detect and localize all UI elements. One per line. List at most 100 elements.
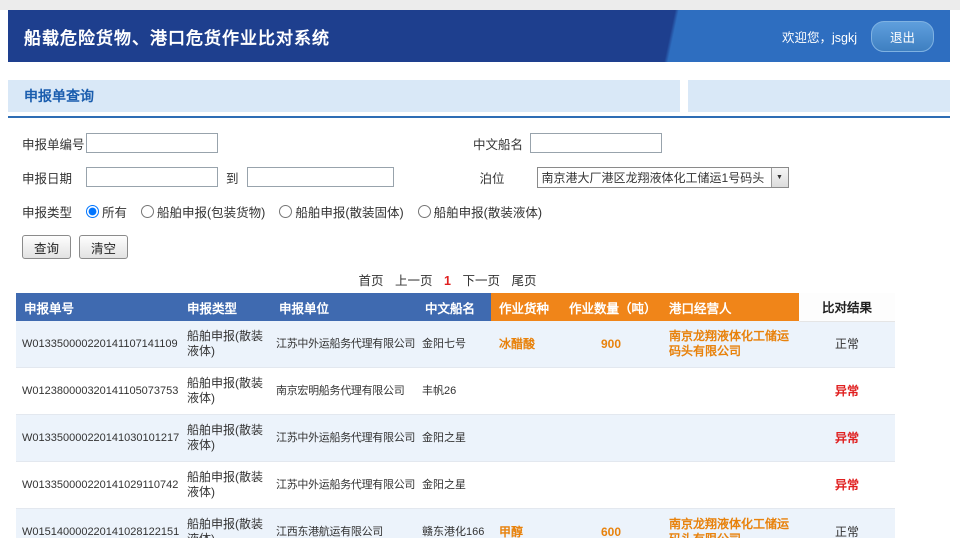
radio-bulk-solid[interactable]: [279, 205, 292, 218]
date-label: 申报日期: [22, 168, 86, 187]
table-row: W013350000220141107141109船舶申报(散装液体)江苏中外运…: [16, 321, 895, 368]
cell-compare-result: 正常: [799, 321, 895, 368]
dropdown-arrow-icon: ▼: [771, 168, 788, 187]
berth-select[interactable]: 南京港大厂港区龙翔液体化工储运1号码头 ▼: [537, 167, 789, 188]
ship-name-input[interactable]: [530, 133, 662, 153]
cell-quantity: [561, 415, 661, 462]
radio-option-all[interactable]: 所有: [86, 202, 127, 221]
radio-all[interactable]: [86, 205, 99, 218]
radio-option-packaged[interactable]: 船舶申报(包装货物): [141, 202, 265, 221]
table-header-row: 申报单号申报类型申报单位中文船名作业货种作业数量（吨）港口经营人比对结果: [16, 293, 895, 321]
page-next-link[interactable]: 下一页: [462, 274, 500, 288]
radio-packaged[interactable]: [141, 205, 154, 218]
window-margin: [0, 0, 960, 10]
column-header: 中文船名: [417, 293, 491, 321]
table-row: W015140000220141028122151船舶申报(散装液体)江西东港航…: [16, 509, 895, 538]
section-bar-main: 申报单查询: [8, 80, 680, 112]
cell-cargo: [491, 368, 561, 415]
column-header: 作业货种: [491, 293, 561, 321]
cell-declaration-no: W012380000320141105073753: [16, 368, 179, 415]
cell-declare-type: 船舶申报(散装液体): [179, 368, 271, 415]
app-header: 船载危险货物、港口危货作业比对系统 欢迎您，jsgkj 退出: [8, 10, 950, 62]
cell-quantity: [561, 462, 661, 509]
radio-all-label: 所有: [102, 202, 127, 221]
cell-operator: [661, 462, 799, 509]
cell-declaration-no: W015140000220141028122151: [16, 509, 179, 538]
page-last-link[interactable]: 尾页: [511, 274, 536, 288]
header-right: 欢迎您，jsgkj 退出: [782, 21, 934, 52]
welcome-text: 欢迎您，jsgkj: [782, 27, 857, 46]
cell-declaration-no: W013350000220141029110742: [16, 462, 179, 509]
cell-cargo: [491, 462, 561, 509]
cell-operator: 南京龙翔液体化工储运码头有限公司: [661, 321, 799, 368]
cell-ship-name: 金阳之星: [417, 415, 491, 462]
results-table: 申报单号申报类型申报单位中文船名作业货种作业数量（吨）港口经营人比对结果 W01…: [16, 293, 895, 538]
table-row: W012380000320141105073753船舶申报(散装液体)南京宏明船…: [16, 368, 895, 415]
cell-declare-type: 船舶申报(散装液体): [179, 415, 271, 462]
cell-compare-result: 异常: [799, 368, 895, 415]
column-header: 申报类型: [179, 293, 271, 321]
cell-operator: [661, 368, 799, 415]
query-form: 申报单编号 中文船名 申报日期 到 泊位 南京港大厂港区龙翔液体化工储运1号码头…: [0, 118, 960, 258]
cell-cargo: [491, 415, 561, 462]
query-button[interactable]: 查询: [22, 235, 71, 259]
cell-declare-type: 船舶申报(散装液体): [179, 321, 271, 368]
page-prev-link[interactable]: 上一页: [395, 274, 433, 288]
cell-ship-name: 金阳七号: [417, 321, 491, 368]
table-row: W013350000220141029110742船舶申报(散装液体)江苏中外运…: [16, 462, 895, 509]
cell-ship-name: 丰帆26: [417, 368, 491, 415]
clear-button[interactable]: 清空: [79, 235, 128, 259]
section-bar: 申报单查询: [8, 80, 950, 112]
section-bar-right: [688, 80, 950, 112]
cell-declare-unit: 江苏中外运船务代理有限公司: [271, 462, 417, 509]
pagination: 首页 上一页 1 下一页 尾页: [0, 270, 895, 289]
cell-ship-name: 金阳之星: [417, 462, 491, 509]
logout-button[interactable]: 退出: [871, 21, 934, 52]
declare-type-label: 申报类型: [22, 202, 86, 221]
cell-ship-name: 赣东港化166: [417, 509, 491, 538]
column-header: 作业数量（吨）: [561, 293, 661, 321]
cell-declare-unit: 江苏中外运船务代理有限公司: [271, 415, 417, 462]
berth-select-value: 南京港大厂港区龙翔液体化工储运1号码头: [538, 169, 771, 186]
app-title: 船载危险货物、港口危货作业比对系统: [24, 24, 330, 49]
cell-compare-result: 异常: [799, 415, 895, 462]
radio-packaged-label: 船舶申报(包装货物): [157, 202, 265, 221]
radio-bulk-solid-label: 船舶申报(散装固体): [295, 202, 403, 221]
page-current: 1: [444, 274, 451, 288]
cell-quantity: 900: [561, 321, 661, 368]
column-header: 港口经营人: [661, 293, 799, 321]
radio-option-bulk-liquid[interactable]: 船舶申报(散装液体): [418, 202, 542, 221]
berth-label: 泊位: [480, 168, 537, 187]
cell-declare-unit: 南京宏明船务代理有限公司: [271, 368, 417, 415]
cell-quantity: 600: [561, 509, 661, 538]
section-bar-gap: [680, 80, 688, 112]
cell-cargo: 冰醋酸: [491, 321, 561, 368]
cell-operator: [661, 415, 799, 462]
cell-declare-type: 船舶申报(散装液体): [179, 509, 271, 538]
date-to-label: 到: [226, 168, 239, 187]
column-header: 申报单号: [16, 293, 179, 321]
cell-declaration-no: W013350000220141030101217: [16, 415, 179, 462]
radio-bulk-liquid-label: 船舶申报(散装液体): [434, 202, 542, 221]
page-first-link[interactable]: 首页: [359, 274, 384, 288]
cell-declare-unit: 江苏中外运船务代理有限公司: [271, 321, 417, 368]
cell-declare-unit: 江西东港航运有限公司: [271, 509, 417, 538]
declaration-no-input[interactable]: [86, 133, 218, 153]
cell-declaration-no: W013350000220141107141109: [16, 321, 179, 368]
cell-compare-result: 正常: [799, 509, 895, 538]
radio-bulk-liquid[interactable]: [418, 205, 431, 218]
date-to-input[interactable]: [247, 167, 394, 187]
cell-compare-result: 异常: [799, 462, 895, 509]
table-row: W013350000220141030101217船舶申报(散装液体)江苏中外运…: [16, 415, 895, 462]
cell-operator: 南京龙翔液体化工储运码头有限公司: [661, 509, 799, 538]
column-header: 申报单位: [271, 293, 417, 321]
date-from-input[interactable]: [86, 167, 218, 187]
column-header: 比对结果: [799, 293, 895, 321]
cell-cargo: 甲醇: [491, 509, 561, 538]
page-title: 申报单查询: [24, 86, 94, 106]
radio-option-bulk-solid[interactable]: 船舶申报(散装固体): [279, 202, 403, 221]
ship-name-label: 中文船名: [473, 134, 530, 153]
cell-declare-type: 船舶申报(散装液体): [179, 462, 271, 509]
page: 船载危险货物、港口危货作业比对系统 欢迎您，jsgkj 退出 申报单查询 申报单…: [0, 0, 960, 538]
declaration-no-label: 申报单编号: [22, 134, 86, 153]
